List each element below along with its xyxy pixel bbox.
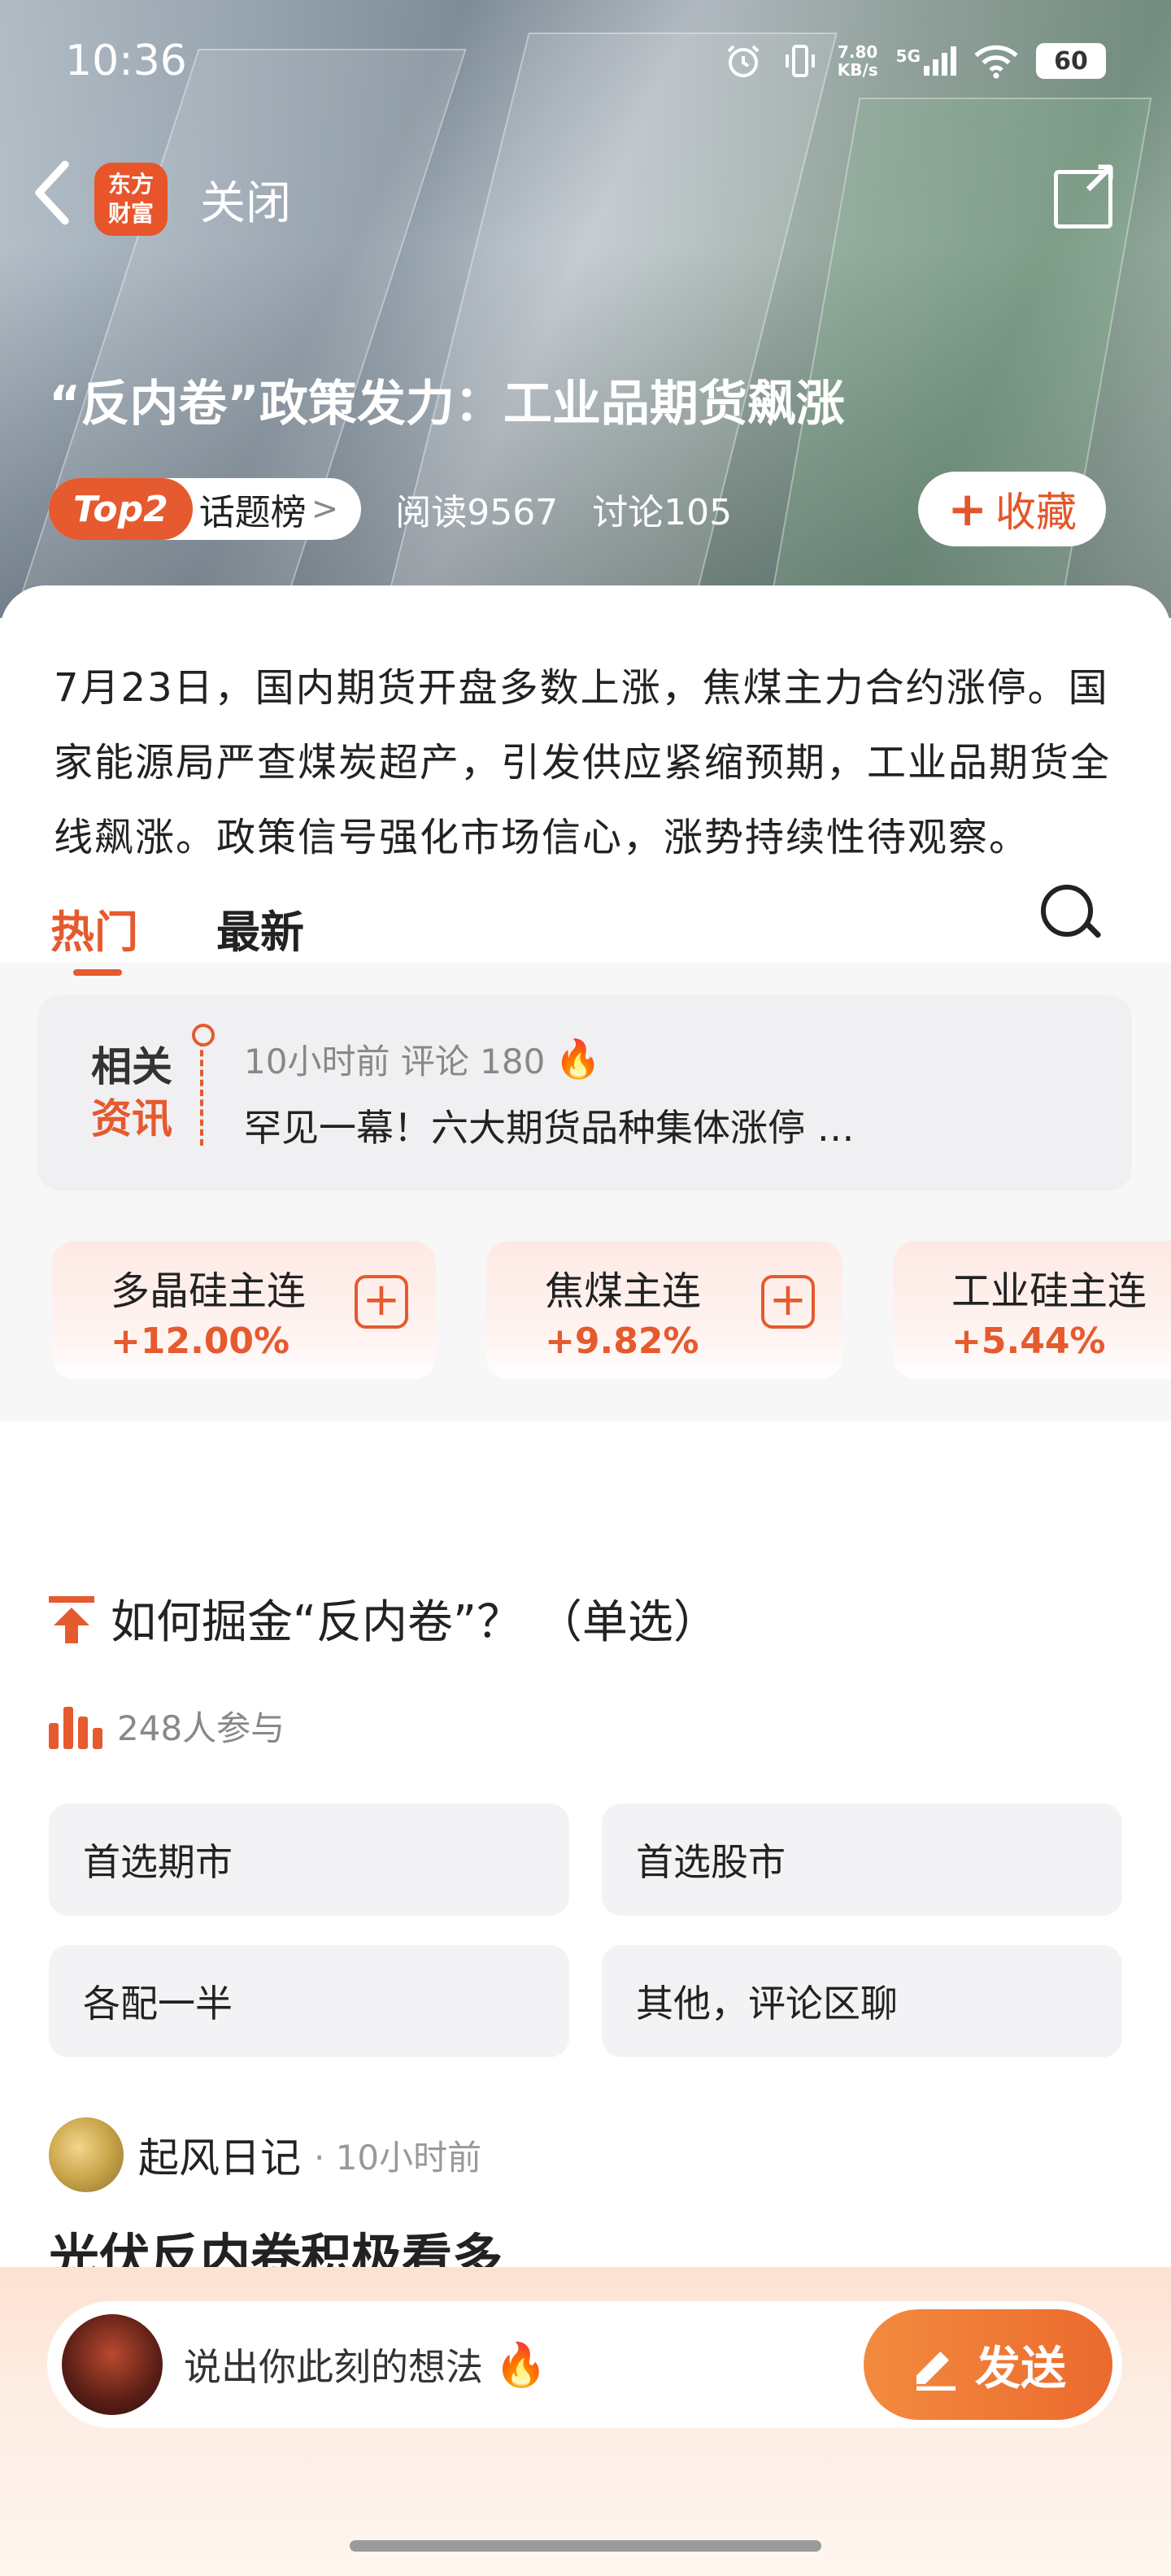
related-news-card[interactable]: 相关 资讯 10小时前 评论 180 🔥 罕见一幕！六大期货品种集体涨停 … xyxy=(37,995,1132,1190)
flame-icon: 🔥 xyxy=(494,2340,547,2390)
read-count: 阅读9567 xyxy=(395,492,559,533)
favorite-label: 收藏 xyxy=(995,489,1077,536)
add-watchlist-button[interactable]: + xyxy=(761,1275,815,1329)
related-news-meta: 10小时前 评论 180 🔥 xyxy=(244,1034,855,1084)
flame-icon: 🔥 xyxy=(555,1036,602,1081)
participants-count: 248人参与 xyxy=(117,1708,285,1748)
avatar[interactable] xyxy=(49,2117,124,2192)
pencil-icon xyxy=(916,2352,956,2391)
vibrate-icon xyxy=(785,45,815,77)
send-button[interactable]: 发送 xyxy=(864,2309,1112,2420)
logo-line2: 财富 xyxy=(107,200,154,227)
feed-tabs: 热门 最新 xyxy=(50,896,304,976)
search-icon[interactable] xyxy=(1036,880,1104,948)
poll-option[interactable]: 首选期市 xyxy=(49,1804,569,1916)
discussion-count: 讨论105 xyxy=(592,492,733,533)
related-news-badge: 相关 资讯 xyxy=(91,1041,172,1145)
topic-summary: 7月23日，国内期货开盘多数上涨，焦煤主力合约涨停。国家能源局严查煤炭超产，引发… xyxy=(54,665,1112,860)
futures-card[interactable]: 工业硅主连 +5.44% xyxy=(893,1241,1171,1379)
status-bar: 10:36 7.80 KB/s 5G 60 xyxy=(0,0,1171,122)
poll-participants: 248人参与 xyxy=(49,1701,285,1751)
add-watchlist-button[interactable]: + xyxy=(355,1275,408,1329)
poll-question: 如何掘金“反内卷”？ （单选） xyxy=(111,1596,719,1649)
topic-rank-badge[interactable]: Top2 话题榜 > xyxy=(49,478,362,540)
post-author-row[interactable]: 起风日记 · 10小时前 xyxy=(49,2117,481,2192)
author-name[interactable]: 起风日记 xyxy=(138,2126,301,2184)
futures-card[interactable]: 多晶硅主连 +12.00% + xyxy=(52,1241,436,1379)
topic-meta-row: Top2 话题榜 > 阅读9567 讨论105 + 收藏 xyxy=(49,472,1106,546)
net-speed: 7.80 KB/s xyxy=(838,43,878,79)
futures-change: +5.44% xyxy=(951,1321,1106,1362)
avatar[interactable] xyxy=(62,2314,163,2415)
comment-input[interactable]: 说出你此刻的想法 xyxy=(184,2338,483,2391)
badge-line2: 资讯 xyxy=(91,1095,172,1142)
futures-row: 多晶硅主连 +12.00% + 焦煤主连 +9.82% + 工业硅主连 +5.4… xyxy=(52,1241,1171,1379)
comment-bar[interactable]: 说出你此刻的想法 🔥 发送 xyxy=(47,2301,1122,2428)
alarm-icon xyxy=(727,45,760,77)
status-icons: 7.80 KB/s 5G 60 xyxy=(724,41,1106,80)
app-logo: 东方 财富 xyxy=(94,163,168,236)
back-button[interactable] xyxy=(29,160,94,239)
bar-chart-icon xyxy=(49,1704,102,1749)
futures-name: 焦煤主连 xyxy=(545,1268,702,1314)
plus-icon: + xyxy=(947,481,987,537)
tab-hot[interactable]: 热门 xyxy=(50,896,138,976)
news-meta-text: 10小时前 评论 180 xyxy=(244,1041,546,1081)
futures-name: 工业硅主连 xyxy=(951,1268,1147,1314)
topic-title: “反内卷”政策发力：工业品期货飙涨 xyxy=(49,376,845,433)
futures-name: 多晶硅主连 xyxy=(111,1268,307,1314)
home-indicator[interactable] xyxy=(350,2540,821,2552)
poll-options: 首选期市 首选股市 各配一半 其他，评论区聊 xyxy=(49,1804,1122,2057)
share-external-icon[interactable] xyxy=(1054,153,1118,228)
rank-label: 话题榜 xyxy=(198,492,307,533)
futures-card[interactable]: 焦煤主连 +9.82% + xyxy=(486,1241,842,1379)
signal-icon: 5G xyxy=(896,46,956,76)
rank-tag: Top2 xyxy=(49,478,193,540)
status-time: 10:36 xyxy=(65,37,187,85)
send-label: 发送 xyxy=(975,2342,1066,2395)
badge-line1: 相关 xyxy=(91,1043,172,1090)
chevron-right-icon: > xyxy=(311,490,339,528)
net-speed-value: 7.80 xyxy=(838,42,878,62)
poll-question-row: 如何掘金“反内卷”？ （单选） xyxy=(49,1586,719,1651)
futures-change: +9.82% xyxy=(545,1321,699,1362)
arrow-up-icon xyxy=(49,1595,94,1643)
futures-change: +12.00% xyxy=(111,1321,290,1362)
poll-option[interactable]: 其他，评论区聊 xyxy=(602,1945,1122,2057)
poll-option[interactable]: 首选股市 xyxy=(602,1804,1122,1916)
timeline-divider xyxy=(192,1024,215,1146)
related-news-body: 10小时前 评论 180 🔥 罕见一幕！六大期货品种集体涨停 … xyxy=(244,1034,855,1152)
close-button[interactable]: 关闭 xyxy=(200,167,291,233)
poll-option[interactable]: 各配一半 xyxy=(49,1945,569,2057)
battery-icon: 60 xyxy=(1036,43,1106,79)
chevron-left-icon xyxy=(35,160,69,224)
nav-bar: 东方 财富 关闭 xyxy=(0,153,1171,244)
net-speed-unit: KB/s xyxy=(837,60,878,80)
network-type: 5G xyxy=(895,46,921,66)
logo-line1: 东方 xyxy=(107,171,154,198)
wifi-icon xyxy=(974,45,1018,79)
related-news-headline: 罕见一幕！六大期货品种集体涨停 … xyxy=(244,1105,855,1150)
favorite-button[interactable]: + 收藏 xyxy=(918,472,1106,546)
tab-latest[interactable]: 最新 xyxy=(216,896,304,960)
post-time: · 10小时前 xyxy=(314,2137,482,2178)
